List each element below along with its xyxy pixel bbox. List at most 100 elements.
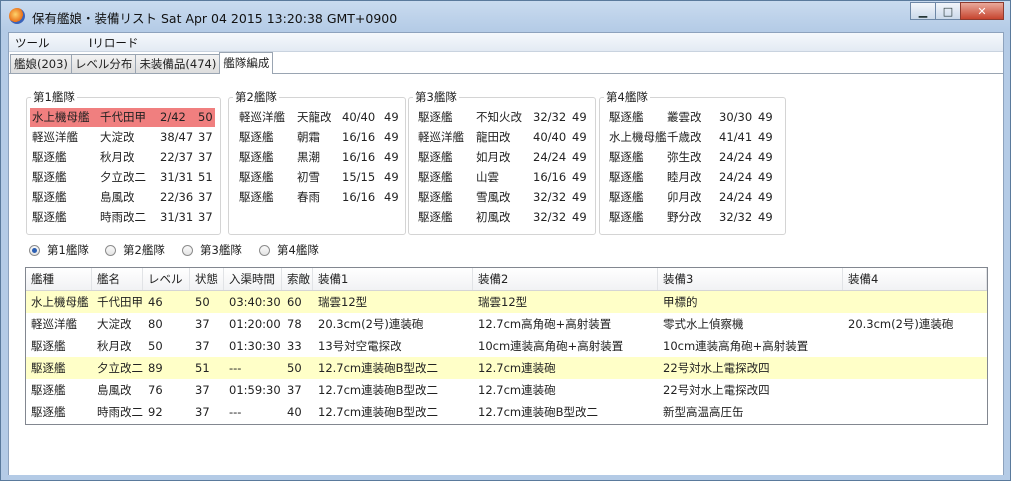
tab-strip: 艦娘(203) レベル分布 未装備品(474) 艦隊編成 bbox=[10, 52, 274, 74]
fleet-ship-hp: 22/37 bbox=[160, 150, 194, 164]
column-header[interactable]: 装備2 bbox=[473, 268, 658, 290]
table-cell: 12.7cm連装砲B型改二 bbox=[318, 405, 439, 419]
table-cell: 千代田甲 bbox=[97, 295, 143, 309]
fleet-ship-type: 軽巡洋艦 bbox=[32, 130, 78, 144]
column-header[interactable]: 入渠時間 bbox=[224, 268, 282, 290]
app-window: 保有艦娘・装備リスト Sat Apr 04 2015 13:20:38 GMT+… bbox=[0, 0, 1011, 481]
fleet-ship-hp: 22/36 bbox=[160, 190, 194, 204]
close-button[interactable]: ✕ bbox=[960, 2, 1004, 20]
table-cell: 駆逐艦 bbox=[31, 361, 66, 375]
fleet-ship-name: 朝霜 bbox=[297, 130, 320, 144]
fleet-ship-level: 49 bbox=[758, 110, 773, 124]
radio-circle-icon bbox=[29, 244, 40, 256]
fleet-ship-level: 49 bbox=[384, 130, 399, 144]
table-cell: 37 bbox=[195, 339, 210, 353]
fleet-ship-hp: 16/16 bbox=[342, 190, 376, 204]
fleet-ship-hp: 30/30 bbox=[719, 110, 753, 124]
fleet-detail-table[interactable]: 艦種 艦名 レベル 状態 入渠時間 索敵 装備1 装備2 装備3 装備4 水上機母艦 千代田甲 46 5… bbox=[25, 267, 988, 425]
fleet-ship-name: 大淀改 bbox=[100, 130, 135, 144]
fleet-ship-type: 水上機母艦 bbox=[609, 130, 667, 144]
fleet-ship-type: 駆逐艦 bbox=[609, 110, 644, 124]
menu-reload[interactable]: Iリロード bbox=[89, 35, 138, 51]
fleet-ship-level: 49 bbox=[758, 130, 773, 144]
fleet-group-1: 第1艦隊 水上機母艦 千代田甲 2/42 50 軽巡洋艦 大淀改 38/47 37 駆逐艦 秋月改 2… bbox=[26, 89, 221, 235]
fleet-ship-row: 駆逐艦 如月改 24/24 49 bbox=[412, 148, 590, 167]
tab-ships[interactable]: 艦娘(203) bbox=[10, 54, 72, 74]
table-row[interactable]: 駆逐艦 時雨改二 92 37 --- 40 12.7cm連装砲B型改二 12.7cm連装砲B型… bbox=[26, 401, 987, 423]
table-cell: 零式水上偵察機 bbox=[663, 317, 744, 331]
fleet-ship-row: 駆逐艦 夕立改二 31/31 51 bbox=[30, 168, 215, 187]
table-cell: 01:20:00 bbox=[229, 317, 281, 331]
fleet-ship-row: 駆逐艦 黒潮 16/16 49 bbox=[232, 148, 400, 167]
fleet-ship-type: 駆逐艦 bbox=[239, 130, 274, 144]
table-cell: 秋月改 bbox=[97, 339, 132, 353]
column-header[interactable]: 装備3 bbox=[658, 268, 843, 290]
radio-circle-icon bbox=[182, 244, 193, 256]
fleet-ship-hp: 15/15 bbox=[342, 170, 376, 184]
fleet-group-title: 第4艦隊 bbox=[604, 89, 650, 105]
table-cell: 甲標的 bbox=[663, 295, 698, 309]
table-row[interactable]: 駆逐艦 夕立改二 89 51 --- 50 12.7cm連装砲B型改二 12.7cm連装砲 22… bbox=[26, 357, 987, 379]
fleet-ship-name: 雪風改 bbox=[476, 190, 511, 204]
fleet-ship-level: 49 bbox=[384, 170, 399, 184]
table-cell: 01:59:30 bbox=[229, 383, 281, 397]
tab-unequipped[interactable]: 未装備品(474) bbox=[135, 54, 221, 74]
column-header[interactable]: 状態 bbox=[190, 268, 224, 290]
fleet-ship-level: 49 bbox=[572, 110, 587, 124]
column-header[interactable]: レベル bbox=[143, 268, 190, 290]
radio-fleet-1[interactable]: 第1艦隊 bbox=[29, 242, 89, 258]
fleet-ship-type: 駆逐艦 bbox=[239, 150, 274, 164]
table-cell: 46 bbox=[148, 295, 163, 309]
fleet-ship-level: 49 bbox=[572, 170, 587, 184]
table-cell: 瑞雲12型 bbox=[318, 295, 368, 309]
radio-fleet-3[interactable]: 第3艦隊 bbox=[182, 242, 242, 258]
fleet-ship-name: 千歳改 bbox=[667, 130, 702, 144]
tab-fleet-composition[interactable]: 艦隊編成 bbox=[219, 52, 274, 74]
radio-fleet-4[interactable]: 第4艦隊 bbox=[259, 242, 319, 258]
column-header[interactable]: 索敵 bbox=[282, 268, 313, 290]
fleet-ship-hp: 32/32 bbox=[533, 190, 567, 204]
table-cell: 夕立改二 bbox=[97, 361, 143, 375]
table-cell: 01:30:30 bbox=[229, 339, 281, 353]
table-cell bbox=[843, 379, 987, 401]
fleet-ship-name: 不知火改 bbox=[476, 110, 522, 124]
table-header: 艦種 艦名 レベル 状態 入渠時間 索敵 装備1 装備2 装備3 装備4 bbox=[26, 268, 987, 291]
fleet-ship-level: 37 bbox=[198, 210, 213, 224]
fleet-ship-level: 37 bbox=[198, 130, 213, 144]
table-row[interactable]: 駆逐艦 島風改 76 37 01:59:30 37 12.7cm連装砲B型改二 12.7cm連… bbox=[26, 379, 987, 401]
table-cell: 92 bbox=[148, 405, 163, 419]
column-header[interactable]: 艦種 bbox=[26, 268, 92, 290]
table-row[interactable]: 軽巡洋艦 大淀改 80 37 01:20:00 78 20.3cm(2号)連装砲 12.7cm… bbox=[26, 313, 987, 335]
maximize-button[interactable]: □ bbox=[935, 2, 961, 20]
table-cell: 51 bbox=[195, 361, 210, 375]
fleet-ship-level: 49 bbox=[384, 110, 399, 124]
table-cell: 40 bbox=[287, 405, 302, 419]
client-area: ツール Iリロード 艦娘(203) レベル分布 未装備品(474) 艦隊編成 第… bbox=[8, 32, 1004, 475]
minimize-button[interactable]: ▁ bbox=[910, 2, 936, 20]
fleet-group-title: 第1艦隊 bbox=[31, 89, 77, 105]
menu-tools[interactable]: ツール bbox=[15, 35, 50, 51]
fleet-ship-hp: 31/31 bbox=[160, 170, 194, 184]
table-cell: --- bbox=[229, 405, 242, 419]
fleet-ship-name: 夕立改二 bbox=[100, 170, 146, 184]
fleet-ship-name: 島風改 bbox=[100, 190, 135, 204]
radio-label: 第4艦隊 bbox=[277, 243, 319, 257]
tab-level-distribution[interactable]: レベル分布 bbox=[70, 54, 137, 74]
fleet-ship-type: 駆逐艦 bbox=[418, 170, 453, 184]
fleet-ship-name: 天龍改 bbox=[297, 110, 332, 124]
fleet-ship-hp: 24/24 bbox=[533, 150, 567, 164]
table-cell bbox=[843, 291, 987, 313]
table-row[interactable]: 水上機母艦 千代田甲 46 50 03:40:30 60 瑞雲12型 瑞雲12型 甲標的 bbox=[26, 291, 987, 313]
table-cell: 37 bbox=[287, 383, 302, 397]
column-header[interactable]: 艦名 bbox=[92, 268, 143, 290]
fleet-ship-hp: 38/47 bbox=[160, 130, 194, 144]
radio-fleet-2[interactable]: 第2艦隊 bbox=[105, 242, 165, 258]
table-row[interactable]: 駆逐艦 秋月改 50 37 01:30:30 33 13号対空電探改 10cm連装高角砲+高射… bbox=[26, 335, 987, 357]
fleet-ship-name: 卯月改 bbox=[667, 190, 702, 204]
title-bar[interactable]: 保有艦娘・装備リスト Sat Apr 04 2015 13:20:38 GMT+… bbox=[1, 1, 1010, 32]
fleet-ship-name: 叢雲改 bbox=[667, 110, 702, 124]
column-header[interactable]: 装備4 bbox=[843, 268, 987, 290]
column-header[interactable]: 装備1 bbox=[313, 268, 473, 290]
table-cell: 13号対空電探改 bbox=[318, 339, 402, 353]
fleet-ship-hp: 24/24 bbox=[719, 170, 753, 184]
